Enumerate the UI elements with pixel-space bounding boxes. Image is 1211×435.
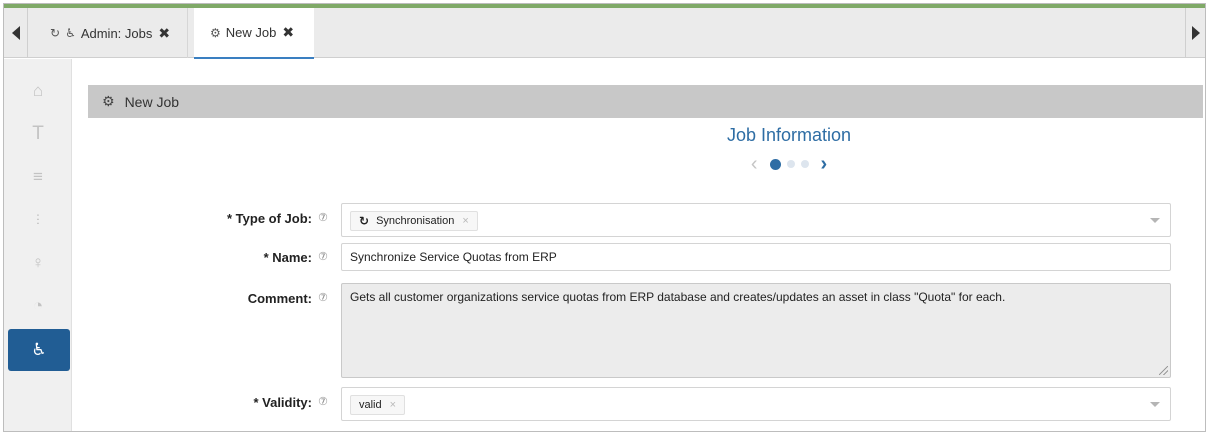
- tab-scroll-right-button[interactable]: [1185, 8, 1205, 58]
- tab-label: Admin: Jobs: [80, 25, 153, 41]
- comment-label: Comment:: [247, 291, 312, 306]
- tab-admin-jobs[interactable]: ↻ ♿ Admin: Jobs ✖: [40, 8, 188, 58]
- gear-icon: ⚙: [102, 93, 115, 109]
- close-icon[interactable]: ✖: [158, 25, 170, 42]
- close-icon[interactable]: ✖: [282, 24, 294, 41]
- refresh-icon: ↻: [359, 214, 370, 228]
- tab-bar: ↻ ♿ Admin: Jobs ✖ ⚙ New Job ✖: [4, 8, 1205, 59]
- dropdown-arrow[interactable]: [1140, 388, 1170, 420]
- tab-label: New Job: [225, 25, 277, 40]
- type-of-job-chip: ↻ Synchronisation ×: [350, 211, 478, 231]
- tab-scroll-left-button[interactable]: [4, 8, 28, 58]
- type-of-job-select[interactable]: ↻ Synchronisation ×: [341, 203, 1171, 237]
- app-window: ↻ ♿ Admin: Jobs ✖ ⚙ New Job ✖ ⌂ T ≡ ⵗ ♀: [3, 3, 1206, 432]
- step-dot[interactable]: [800, 160, 809, 168]
- help-icon[interactable]: ⑦: [318, 211, 328, 224]
- chevron-right-icon[interactable]: ›: [821, 154, 828, 174]
- help-icon[interactable]: ⑦: [318, 291, 328, 304]
- step-dot[interactable]: [769, 158, 781, 170]
- sidebar-item-text[interactable]: T: [4, 114, 72, 154]
- text-icon: T: [32, 123, 44, 144]
- tab-new-job[interactable]: ⚙ New Job ✖: [194, 8, 314, 59]
- type-of-job-label: * Type of Job:: [227, 211, 312, 226]
- name-field[interactable]: Synchronize Service Quotas from ERP: [341, 243, 1171, 271]
- triangle-right-icon: [1191, 26, 1200, 40]
- hierarchy-icon: ⵗ: [35, 212, 41, 227]
- triangle-left-icon: [11, 26, 20, 40]
- validity-select[interactable]: valid ×: [341, 387, 1171, 421]
- sidebar: ⌂ T ≡ ⵗ ♀ ◔ ♿: [4, 59, 72, 431]
- name-label: * Name:: [263, 250, 312, 265]
- panel-title: New Job: [124, 93, 180, 110]
- sidebar-item-database[interactable]: ≡: [4, 157, 72, 197]
- wizard-step-title: Job Information: [726, 125, 852, 145]
- dropdown-arrow[interactable]: [1140, 204, 1170, 236]
- lightbulb-icon: ♀: [31, 253, 45, 272]
- comment-textarea[interactable]: Gets all customer organizations service …: [341, 283, 1171, 378]
- database-icon: ≡: [33, 167, 43, 186]
- user-admin-icon: ♿: [65, 26, 76, 40]
- wizard-step-nav: ‹ ›: [726, 152, 852, 176]
- name-value: Synchronize Service Quotas from ERP: [350, 250, 557, 264]
- help-icon[interactable]: ⑦: [318, 395, 328, 408]
- remove-icon[interactable]: ×: [462, 215, 468, 227]
- comment-value: Gets all customer organizations service …: [350, 290, 1006, 304]
- chevron-left-icon[interactable]: ‹: [751, 154, 758, 174]
- sidebar-item-reports[interactable]: ◔: [4, 286, 72, 326]
- sidebar-item-home[interactable]: ⌂: [4, 71, 72, 111]
- sidebar-item-hierarchy[interactable]: ⵗ: [4, 200, 72, 240]
- user-admin-icon: ♿: [31, 340, 47, 359]
- chart-icon: ◔: [32, 296, 44, 315]
- validity-value: valid: [359, 399, 382, 411]
- help-icon[interactable]: ⑦: [318, 250, 328, 263]
- remove-icon[interactable]: ×: [390, 399, 396, 411]
- chevron-down-icon: [1150, 401, 1160, 407]
- sidebar-item-ideas[interactable]: ♀: [4, 243, 72, 283]
- sidebar-item-admin[interactable]: ♿: [8, 329, 70, 371]
- home-icon: ⌂: [32, 81, 44, 100]
- validity-chip: valid ×: [350, 395, 406, 415]
- resize-grip-icon[interactable]: [1159, 366, 1168, 375]
- validity-label: * Validity:: [253, 395, 312, 410]
- type-of-job-value: Synchronisation: [376, 215, 455, 227]
- gear-icon: ⚙: [210, 25, 221, 40]
- refresh-icon: ↻: [50, 26, 61, 40]
- step-dot[interactable]: [786, 160, 795, 168]
- chevron-down-icon: [1150, 217, 1160, 223]
- panel-header: ⚙ New Job: [88, 85, 1203, 118]
